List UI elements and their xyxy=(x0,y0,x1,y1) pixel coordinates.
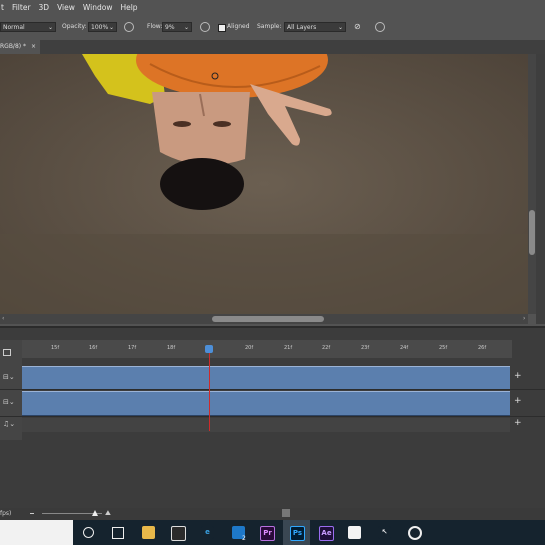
taskbar-search-box[interactable] xyxy=(0,520,73,545)
menu-item-help[interactable]: Help xyxy=(120,3,137,12)
audio-track[interactable] xyxy=(22,418,510,432)
ruler-tick-label: 24f xyxy=(400,345,409,351)
image-canvas[interactable] xyxy=(0,54,528,314)
document-tab-label: RGB/8) * xyxy=(0,43,27,50)
menu-bar: t Filter 3D View Window Help xyxy=(0,0,545,15)
menu-item-view[interactable]: View xyxy=(57,3,75,12)
horizontal-scroll-thumb[interactable] xyxy=(212,316,324,322)
right-panel-strip xyxy=(536,54,545,324)
aligned-label: Aligned xyxy=(227,23,250,30)
edge-icon[interactable]: e xyxy=(201,526,214,539)
photoshop-icon[interactable]: Ps xyxy=(290,526,305,541)
vertical-scroll-thumb[interactable] xyxy=(529,210,535,255)
pressure-opacity-icon[interactable] xyxy=(124,22,134,32)
add-audio-button[interactable]: + xyxy=(514,418,522,428)
video-clip[interactable] xyxy=(22,391,510,416)
document-tab-bar xyxy=(0,40,545,54)
chevron-down-icon: ⌄ xyxy=(108,24,114,31)
airbrush-icon[interactable] xyxy=(200,22,210,32)
zoom-out-icon[interactable] xyxy=(30,513,34,514)
ruler-tick-label: 18f xyxy=(167,345,176,351)
add-media-button[interactable]: + xyxy=(514,371,522,381)
document-tab[interactable]: RGB/8) * × xyxy=(0,40,40,54)
pressure-size-icon[interactable] xyxy=(375,22,385,32)
ruler-tick-label: 25f xyxy=(439,345,448,351)
task-view-icon[interactable] xyxy=(112,527,124,539)
after-effects-icon[interactable]: Ae xyxy=(319,526,334,541)
ruler-tick-label: 17f xyxy=(128,345,137,351)
chevron-down-icon: ⌄ xyxy=(47,24,53,31)
mode-value: Normal xyxy=(3,24,25,31)
flow-value: 9% xyxy=(165,24,175,31)
scroll-left-icon[interactable]: ‹ xyxy=(2,315,4,322)
menu-item-edit-fragment[interactable]: t xyxy=(1,3,4,12)
scroll-right-icon[interactable]: › xyxy=(523,315,525,322)
aligned-checkbox[interactable] xyxy=(218,24,226,32)
track-divider xyxy=(0,416,545,417)
ruler-tick-label: 16f xyxy=(89,345,98,351)
zoom-in-icon[interactable]: ⛰ xyxy=(105,509,111,518)
menu-item-filter[interactable]: Filter xyxy=(12,3,31,12)
ruler-tick-label: 15f xyxy=(51,345,60,351)
vertical-scrollbar[interactable] xyxy=(528,54,536,314)
sample-dropdown[interactable]: All Layers ⌄ xyxy=(284,22,346,32)
file-explorer-icon[interactable] xyxy=(142,526,155,539)
sample-label: Sample: xyxy=(257,23,282,30)
cortana-icon[interactable] xyxy=(83,527,94,538)
track-divider xyxy=(0,389,545,390)
playhead-line xyxy=(209,351,210,431)
close-icon[interactable]: × xyxy=(31,43,36,50)
music-note-icon[interactable]: ♫⌄ xyxy=(3,420,15,428)
playhead-handle[interactable] xyxy=(205,345,213,353)
timeline-options-icon[interactable] xyxy=(3,349,11,356)
opacity-value: 100% xyxy=(91,24,109,31)
ruler-tick-label: 26f xyxy=(478,345,487,351)
timeline-footer: fps) ⛰ xyxy=(0,508,545,520)
opacity-label: Opacity: xyxy=(62,23,87,30)
ruler-tick-label: 23f xyxy=(361,345,370,351)
canvas-photo xyxy=(0,54,528,314)
chevron-down-icon: ⌄ xyxy=(183,24,189,31)
mail-badge: 2 xyxy=(242,535,246,542)
premiere-icon[interactable]: Pr xyxy=(260,526,275,541)
flow-label: Flow: xyxy=(147,23,163,30)
mode-dropdown[interactable]: Normal ⌄ xyxy=(0,22,56,32)
chevron-down-icon: ⌄ xyxy=(337,24,343,31)
circular-app-icon[interactable] xyxy=(408,526,422,540)
add-media-button[interactable]: + xyxy=(514,396,522,406)
film-icon[interactable]: ⊟⌄ xyxy=(3,373,15,381)
options-bar: Normal ⌄ Opacity: 100% ⌄ Flow: 9% ⌄ Aligned… xyxy=(0,15,545,41)
cursor-app-icon[interactable]: ↖ xyxy=(378,526,391,539)
ruler-tick-label: 22f xyxy=(322,345,331,351)
photos-icon[interactable] xyxy=(348,526,361,539)
store-icon[interactable] xyxy=(171,526,186,541)
film-icon[interactable]: ⊟⌄ xyxy=(3,398,15,406)
ignore-adjustment-layers-icon[interactable]: ⊘ xyxy=(354,22,364,32)
menu-item-window[interactable]: Window xyxy=(83,3,113,12)
fps-label: fps) xyxy=(0,510,12,517)
flow-field[interactable]: 9% ⌄ xyxy=(162,22,192,32)
ruler-tick-label: 20f xyxy=(245,345,254,351)
video-clip[interactable] xyxy=(22,366,510,390)
sample-value: All Layers xyxy=(287,24,317,31)
menu-item-3d[interactable]: 3D xyxy=(39,3,50,12)
ruler-tick-label: 21f xyxy=(284,345,293,351)
zoom-slider-thumb[interactable] xyxy=(92,510,98,516)
opacity-field[interactable]: 100% ⌄ xyxy=(88,22,117,32)
render-icon[interactable] xyxy=(282,509,290,517)
